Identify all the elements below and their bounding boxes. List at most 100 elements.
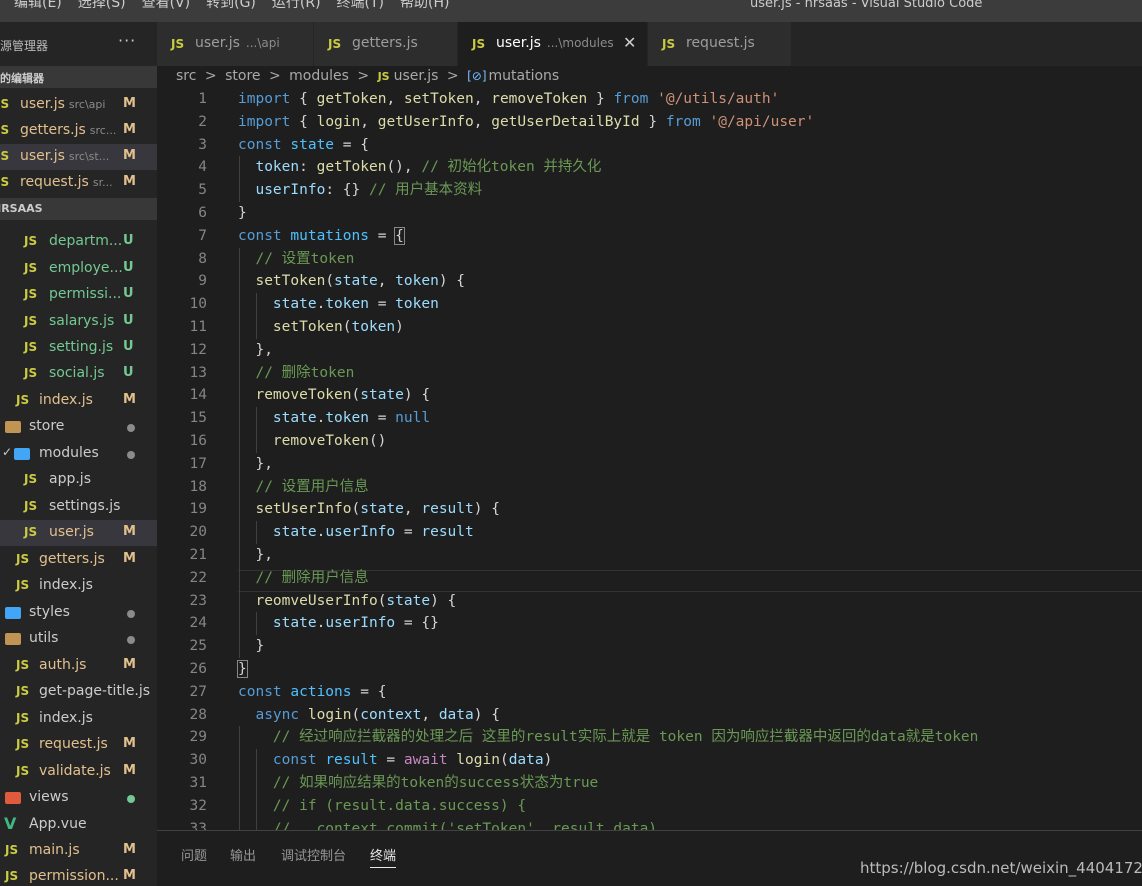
tree-folder-modules[interactable]: ✓ modules bbox=[0, 441, 157, 467]
code-line[interactable]: 26} bbox=[157, 658, 1142, 681]
menu-selection[interactable]: 选择(S) bbox=[70, 0, 134, 12]
code-line[interactable]: 5 userInfo: {} // 用户基本资料 bbox=[157, 179, 1142, 202]
code-line[interactable]: 11 setToken(token) bbox=[157, 316, 1142, 339]
chevron-down-icon[interactable]: ✓ bbox=[2, 445, 12, 459]
code-line[interactable]: 30 const result = await login(data) bbox=[157, 749, 1142, 772]
code-line[interactable]: 32 // if (result.data.success) { bbox=[157, 795, 1142, 818]
menu-edit[interactable]: 编辑(E) bbox=[0, 0, 70, 12]
code-editor[interactable]: 1 import { getToken, setToken, removeToke… bbox=[157, 88, 1142, 830]
tree-file[interactable]: JS index.js bbox=[0, 706, 157, 732]
open-editor-item[interactable]: JS request.jssr... M bbox=[0, 170, 157, 196]
code-line[interactable]: 2 import { login, getUserInfo, getUserDet… bbox=[157, 111, 1142, 134]
tree-file[interactable]: JS get-page-title.js bbox=[0, 679, 157, 705]
code-line[interactable]: 3 const state = { bbox=[157, 134, 1142, 157]
tree-folder-utils[interactable]: utils bbox=[0, 626, 157, 652]
tree-file[interactable]: JS getters.js M bbox=[0, 547, 157, 573]
code-line[interactable]: 1 import { getToken, setToken, removeToke… bbox=[157, 88, 1142, 111]
code-line[interactable]: 4 token: getToken(), // 初始化token 并持久化 bbox=[157, 156, 1142, 179]
code-line[interactable]: 8 // 设置token bbox=[157, 248, 1142, 271]
project-section[interactable]: HRSAAS bbox=[0, 198, 157, 220]
panel-tab-output[interactable]: 输出 bbox=[230, 845, 256, 864]
line-number: 13 bbox=[189, 364, 207, 381]
breadcrumb-src[interactable]: src bbox=[176, 68, 196, 84]
code-text: // 如果响应结果的token的success状态为true bbox=[272, 775, 599, 791]
code-line[interactable]: 25 } bbox=[157, 635, 1142, 658]
line-number: 26 bbox=[189, 661, 207, 677]
breadcrumb-file[interactable]: user.js bbox=[394, 68, 439, 84]
js-file-icon: JS bbox=[662, 37, 676, 51]
menu-help[interactable]: 帮助(H) bbox=[392, 0, 457, 12]
tree-file[interactable]: JS index.js bbox=[0, 573, 157, 599]
menu-terminal[interactable]: 终端(T) bbox=[329, 0, 392, 12]
tab-user-api[interactable]: JS user.js ...\api bbox=[157, 22, 314, 66]
panel-tab-problems[interactable]: 问题 bbox=[181, 845, 207, 864]
code-line[interactable]: 19 setUserInfo(state, result) { bbox=[157, 498, 1142, 521]
open-editor-item[interactable]: JS user.jssrc\api M bbox=[0, 92, 157, 118]
tree-file[interactable]: JS employe... U bbox=[0, 256, 157, 282]
code-line[interactable]: 14 removeToken(state) { bbox=[157, 384, 1142, 407]
tree-file[interactable]: JS permission... M bbox=[0, 864, 157, 886]
code-line[interactable]: 9 setToken(state, token) { bbox=[157, 270, 1142, 293]
close-icon[interactable]: ✕ bbox=[623, 33, 636, 52]
tree-file[interactable]: JS salarys.js U bbox=[0, 309, 157, 335]
menu-go[interactable]: 转到(G) bbox=[198, 0, 264, 12]
tree-file[interactable]: JS validate.js M bbox=[0, 759, 157, 785]
code-line[interactable]: 17 }, bbox=[157, 453, 1142, 476]
code-line[interactable]: 24 state.userInfo = {} bbox=[157, 612, 1142, 635]
code-line[interactable]: 6} bbox=[157, 202, 1142, 225]
panel-tab-debug-console[interactable]: 调试控制台 bbox=[281, 845, 346, 864]
breadcrumb-symbol[interactable]: mutations bbox=[489, 68, 560, 84]
code-line[interactable]: 15 state.token = null bbox=[157, 407, 1142, 430]
code-line[interactable]: 33 // context.commit('setToken', result.… bbox=[157, 818, 1142, 830]
tree-file[interactable]: JS index.js M bbox=[0, 388, 157, 414]
code-line[interactable]: 10 state.token = token bbox=[157, 293, 1142, 316]
code-line[interactable]: 22 // 删除用户信息 bbox=[157, 567, 1142, 590]
tree-folder-store[interactable]: store bbox=[0, 414, 157, 440]
menu-run[interactable]: 运行(R) bbox=[264, 0, 329, 12]
code-line[interactable]: 23 reomveUserInfo(state) { bbox=[157, 590, 1142, 613]
tree-file-active[interactable]: JS user.js M bbox=[0, 520, 157, 546]
code-line[interactable]: 7 const mutations = { bbox=[157, 225, 1142, 248]
tree-file[interactable]: JS departm... U bbox=[0, 229, 157, 255]
tree-file[interactable]: JS permissi... U bbox=[0, 282, 157, 308]
tree-folder-views[interactable]: views bbox=[0, 785, 157, 811]
open-editor-item[interactable]: JS getters.jssrc... M bbox=[0, 118, 157, 144]
code-line[interactable]: 27 const actions = { bbox=[157, 681, 1142, 704]
breadcrumb-separator: > bbox=[446, 68, 459, 84]
tree-file[interactable]: JS main.js M bbox=[0, 838, 157, 864]
code-line[interactable]: 12 }, bbox=[157, 339, 1142, 362]
tab-getters[interactable]: JS getters.js bbox=[314, 22, 458, 66]
git-status-badge: M bbox=[123, 524, 136, 539]
tree-file[interactable]: JS setting.js U bbox=[0, 335, 157, 361]
git-status-badge: M bbox=[123, 763, 136, 778]
code-line[interactable]: 18 // 设置用户信息 bbox=[157, 476, 1142, 499]
menu-view[interactable]: 查看(V) bbox=[134, 0, 199, 12]
code-line[interactable]: 16 removeToken() bbox=[157, 430, 1142, 453]
code-text: state.userInfo = {} bbox=[272, 615, 439, 632]
code-line[interactable]: 28 async login(context, data) { bbox=[157, 704, 1142, 727]
code-line[interactable]: 20 state.userInfo = result bbox=[157, 521, 1142, 544]
tab-request[interactable]: JS request.js bbox=[648, 22, 792, 66]
code-line[interactable]: 31 // 如果响应结果的token的success状态为true bbox=[157, 772, 1142, 795]
breadcrumb-modules[interactable]: modules bbox=[289, 68, 349, 84]
tab-user-modules[interactable]: JS user.js ...\modules ✕ bbox=[458, 22, 648, 66]
breadcrumb-store[interactable]: store bbox=[225, 68, 260, 84]
open-editor-item-active[interactable]: JS user.jssrc\st... M bbox=[0, 144, 157, 170]
panel-tab-terminal[interactable]: 终端 bbox=[370, 845, 397, 868]
more-actions-icon[interactable]: ··· bbox=[118, 31, 136, 50]
code-line[interactable]: 29 // 经过响应拦截器的处理之后 这里的result实际上就是 token … bbox=[157, 726, 1142, 749]
js-file-icon: JS bbox=[24, 261, 38, 275]
tree-file[interactable]: JS auth.js M bbox=[0, 653, 157, 679]
open-editors-section[interactable]: 打开的编辑器 bbox=[0, 66, 157, 88]
explorer-header: 资源管理器 ··· bbox=[0, 22, 157, 66]
git-status-badge: U bbox=[123, 233, 134, 248]
tree-file[interactable]: JS social.js U bbox=[0, 361, 157, 387]
tree-file[interactable]: V App.vue bbox=[0, 812, 157, 838]
tree-file[interactable]: JS app.js bbox=[0, 467, 157, 493]
code-line[interactable]: 21 }, bbox=[157, 544, 1142, 567]
tree-file[interactable]: JS request.js M bbox=[0, 732, 157, 758]
code-line[interactable]: 13 // 删除token bbox=[157, 362, 1142, 385]
code-text: state.token = null bbox=[272, 410, 431, 427]
tree-file[interactable]: JS settings.js bbox=[0, 494, 157, 520]
tree-folder-styles[interactable]: styles bbox=[0, 600, 157, 626]
